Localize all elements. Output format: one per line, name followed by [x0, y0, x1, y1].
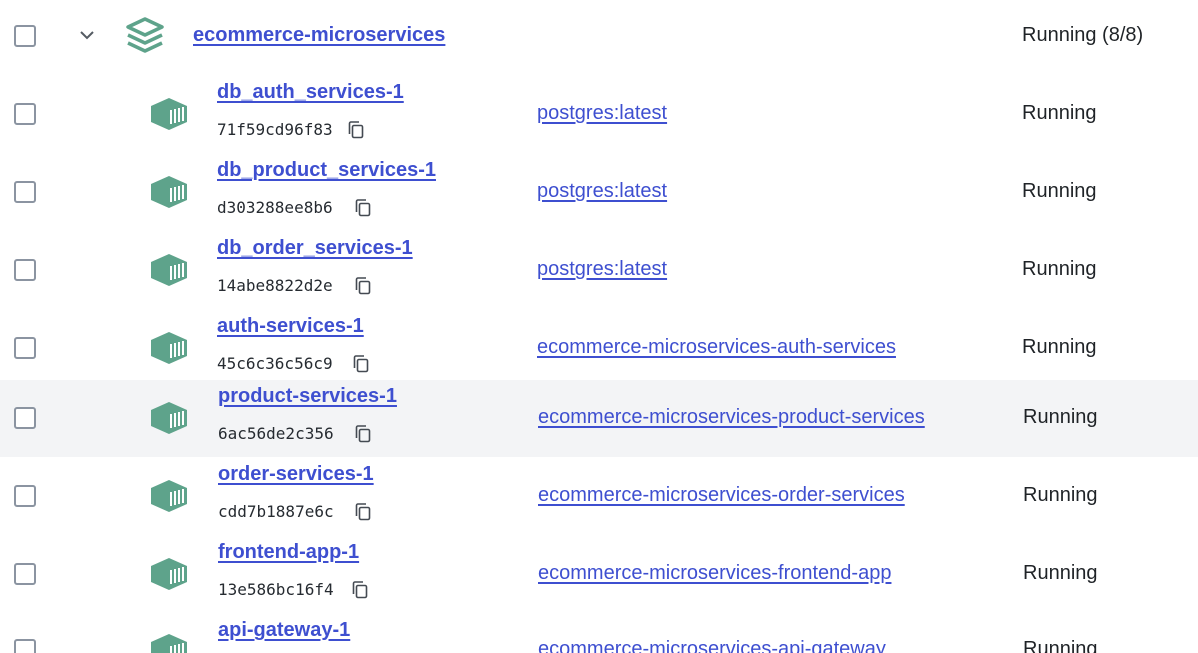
- image-link[interactable]: ecommerce-microservices-api-gateway: [538, 638, 886, 653]
- container-row[interactable]: product-services-1 6ac56de2c356 ecommerc…: [0, 380, 1198, 457]
- container-status: Running: [1023, 562, 1098, 584]
- row-checkbox[interactable]: [14, 103, 36, 125]
- image-link[interactable]: postgres:latest: [537, 102, 667, 125]
- container-name-link[interactable]: db_order_services-1: [217, 237, 413, 260]
- container-id: 14abe8822d2e: [217, 276, 333, 295]
- image-link[interactable]: postgres:latest: [537, 180, 667, 203]
- chevron-down-icon[interactable]: [79, 29, 95, 41]
- container-icon: [151, 634, 187, 653]
- container-icon: [151, 480, 187, 512]
- container-icon: [151, 558, 187, 590]
- project-row[interactable]: ecommerce-microservices Running (8/8): [0, 0, 1198, 72]
- container-id: cdd7b1887e6c: [218, 502, 334, 521]
- row-checkbox[interactable]: [14, 563, 36, 585]
- copy-icon[interactable]: [354, 198, 372, 218]
- project-status: Running (8/8): [1022, 24, 1144, 46]
- container-status: Running: [1022, 258, 1097, 280]
- copy-icon[interactable]: [352, 354, 370, 374]
- container-id: 45c6c36c56c9: [217, 354, 333, 373]
- container-row[interactable]: db_product_services-1 d303288ee8b6 postg…: [0, 152, 1198, 230]
- container-name-link[interactable]: order-services-1: [218, 463, 374, 486]
- container-name-link[interactable]: api-gateway-1: [218, 619, 350, 642]
- project-name-link[interactable]: ecommerce-microservices: [193, 24, 445, 47]
- container-status: Running: [1023, 484, 1098, 506]
- container-icon: [151, 176, 187, 208]
- copy-icon[interactable]: [354, 276, 372, 296]
- row-checkbox[interactable]: [14, 259, 36, 281]
- image-link[interactable]: ecommerce-microservices-frontend-app: [538, 562, 891, 585]
- container-status: Running: [1022, 102, 1097, 124]
- container-row[interactable]: db_order_services-1 14abe8822d2e postgre…: [0, 230, 1198, 308]
- row-checkbox[interactable]: [14, 337, 36, 359]
- container-name-link[interactable]: product-services-1: [218, 385, 397, 408]
- container-row[interactable]: order-services-1 cdd7b1887e6c ecommerce-…: [0, 458, 1198, 536]
- image-link[interactable]: postgres:latest: [537, 258, 667, 281]
- row-checkbox[interactable]: [14, 485, 36, 507]
- container-row[interactable]: auth-services-1 45c6c36c56c9 ecommerce-m…: [0, 308, 1198, 380]
- image-link[interactable]: ecommerce-microservices-auth-services: [537, 336, 896, 359]
- container-icon: [151, 332, 187, 364]
- image-link[interactable]: ecommerce-microservices-product-services: [538, 406, 925, 429]
- container-name-link[interactable]: frontend-app-1: [218, 541, 359, 564]
- container-icon: [151, 98, 187, 130]
- container-row[interactable]: db_auth_services-1 71f59cd96f83 postgres…: [0, 74, 1198, 152]
- container-id: d303288ee8b6: [217, 198, 333, 217]
- container-id: 6ac56de2c356: [218, 424, 334, 443]
- container-icon: [151, 402, 187, 434]
- project-checkbox[interactable]: [14, 25, 36, 47]
- container-id: 71f59cd96f83: [217, 120, 333, 139]
- container-name-link[interactable]: db_product_services-1: [217, 159, 436, 182]
- container-row[interactable]: frontend-app-1 13e586bc16f4 ecommerce-mi…: [0, 536, 1198, 614]
- container-status: Running: [1023, 638, 1098, 653]
- image-link[interactable]: ecommerce-microservices-order-services: [538, 484, 905, 507]
- container-name-link[interactable]: db_auth_services-1: [217, 81, 404, 104]
- container-row[interactable]: api-gateway-1 ecommerce-microservices-ap…: [0, 614, 1198, 653]
- layers-stack-icon: [126, 17, 164, 53]
- row-checkbox[interactable]: [14, 407, 36, 429]
- copy-icon[interactable]: [347, 120, 365, 140]
- container-id: 13e586bc16f4: [218, 580, 334, 599]
- container-name-link[interactable]: auth-services-1: [217, 315, 364, 338]
- container-status: Running: [1022, 336, 1097, 358]
- copy-icon[interactable]: [354, 502, 372, 522]
- container-icon: [151, 254, 187, 286]
- copy-icon[interactable]: [354, 424, 372, 444]
- container-status: Running: [1022, 180, 1097, 202]
- copy-icon[interactable]: [351, 580, 369, 600]
- row-checkbox[interactable]: [14, 639, 36, 653]
- container-status: Running: [1023, 406, 1098, 428]
- row-checkbox[interactable]: [14, 181, 36, 203]
